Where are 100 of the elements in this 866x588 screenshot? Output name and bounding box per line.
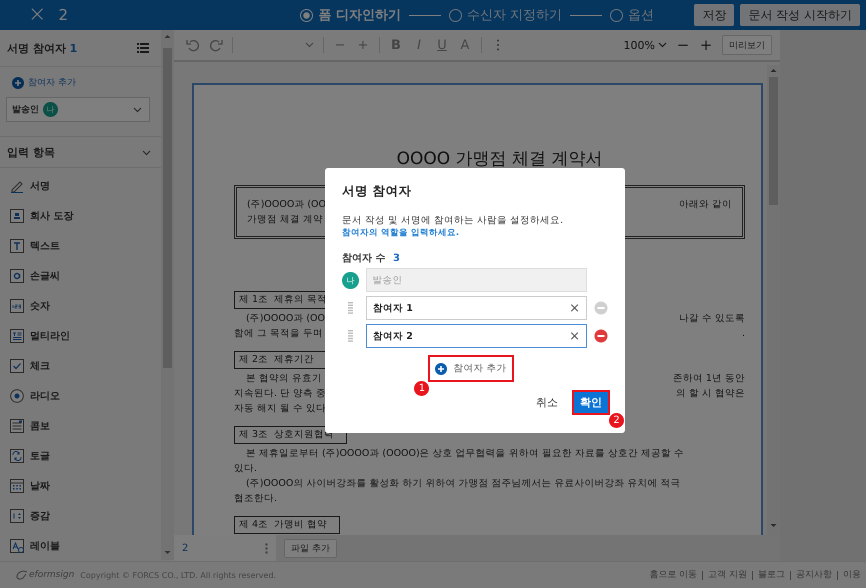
section-title: 입력 항목: [7, 144, 55, 160]
add-participant-link[interactable]: 참여자 추가: [12, 76, 161, 89]
file-tab[interactable]: 2: [174, 535, 276, 561]
participant-name: 발송인: [12, 104, 39, 116]
participant-avatar: 나: [43, 102, 58, 117]
combo-icon: [10, 419, 24, 433]
handwriting-icon: [10, 269, 24, 283]
stepper-icon: [10, 509, 24, 523]
document-text: 협조한다.: [234, 492, 278, 506]
document-text: 존하여 1년 동안: [672, 372, 745, 386]
zoom-in-button[interactable]: +: [699, 36, 713, 54]
multiline-icon: [10, 329, 24, 343]
participant-field[interactable]: 참여자 2 ×: [366, 324, 587, 348]
callout-number: 2: [609, 413, 624, 428]
field-type-item[interactable]: 체크: [0, 351, 161, 381]
radio-icon: [10, 389, 24, 403]
calendar-icon: [10, 479, 24, 493]
field-type-item[interactable]: 서명: [0, 171, 161, 201]
document-text: (주)OOOO의 사이버강좌를 활성화 하기 위하여 가맹점 점주님께서는 유료사이버강좌 유치에 적극: [245, 477, 681, 491]
start-button[interactable]: 문서 작성 시작하기: [740, 4, 860, 26]
participant-dropdown[interactable]: 발송인 나: [6, 97, 150, 122]
field-type-item[interactable]: 손글씨: [0, 261, 161, 291]
document-text: 본 협약의 유효기: [245, 372, 322, 386]
document-text: 지속된다. 단 양측 중: [234, 387, 326, 401]
footer-link[interactable]: 고객 지원: [702, 570, 752, 580]
document-text: 의 할 시 협약은: [676, 387, 745, 401]
close-button[interactable]: ×: [28, 4, 46, 26]
document-title: OOOO 가맹점 체결 계약서: [396, 148, 604, 170]
dialog-description: 문서 작성 및 서명에 참여하는 사람을 설정하세요.: [342, 214, 564, 227]
document-text: (주)OOOO과 (OO: [245, 312, 326, 326]
step-tab[interactable]: 옵션: [610, 6, 654, 24]
document-text: 아래와 같이: [678, 198, 732, 212]
field-type-item[interactable]: 콤보: [0, 411, 161, 441]
more-icon[interactable]: [265, 542, 268, 554]
step-tab[interactable]: 수신자 지정하기: [448, 6, 562, 24]
chevron-down-icon: [142, 148, 151, 156]
cancel-button[interactable]: 취소: [536, 395, 558, 410]
drag-handle-icon[interactable]: [348, 330, 353, 342]
text-icon: [10, 239, 24, 253]
chevron-down-icon: [305, 42, 314, 48]
participant-count-label: 참여자 수 3: [342, 252, 401, 265]
document-text: (주)OOOO과 (OO: [247, 198, 326, 212]
clear-button[interactable]: ×: [569, 330, 580, 342]
document-text: 있다.: [234, 462, 258, 476]
field-type-item[interactable]: 토글: [0, 441, 161, 471]
footer-link[interactable]: 블로그: [752, 570, 790, 580]
document-text: 자동 해지 될 수 있다: [234, 402, 326, 416]
add-participant-button[interactable]: 참여자 추가: [435, 359, 507, 378]
document-text: 가맹점 체결 계약: [247, 213, 324, 227]
plus-circle-icon: [435, 362, 448, 374]
footer-link[interactable]: 이용: [837, 570, 866, 580]
zoom-dropdown[interactable]: 100%: [624, 38, 667, 52]
dialog-hint: 참여자의 역할을 입력하세요.: [342, 227, 460, 240]
stamp-icon: [10, 209, 24, 223]
participant-field[interactable]: 참여자 1 ×: [366, 296, 587, 320]
toggle-icon: [10, 449, 24, 463]
document-text: 함에 그 목적을 두며: [234, 327, 324, 341]
pen-icon: [10, 179, 24, 193]
field-value: 참여자 1: [373, 302, 413, 314]
drag-handle-icon[interactable]: [348, 302, 353, 314]
sidebar-title: 서명 참여자 1: [7, 40, 78, 56]
section-header[interactable]: 입력 항목: [0, 136, 161, 168]
preview-button[interactable]: 미리보기: [722, 35, 772, 55]
label-icon: [10, 539, 24, 553]
step-tab[interactable]: 폼 디자인하기: [300, 6, 401, 24]
add-file-button[interactable]: 파일 추가: [284, 538, 337, 558]
callout-number: 1: [414, 381, 430, 396]
chevron-down-icon: [658, 42, 667, 48]
plus-circle-icon: [12, 76, 24, 88]
document-text: .: [742, 327, 745, 341]
checkbox-icon: [10, 359, 24, 373]
document-count: 2: [58, 6, 68, 24]
field-type-item[interactable]: 레이블: [0, 531, 161, 561]
field-type-item[interactable]: 텍스트: [0, 231, 161, 261]
number-icon: [10, 299, 24, 313]
clear-button[interactable]: ×: [569, 302, 580, 314]
file-tab-label: 2: [182, 542, 188, 554]
field-type-item[interactable]: 증감: [0, 501, 161, 531]
field-type-item[interactable]: 날짜: [0, 471, 161, 501]
field-type-item[interactable]: 회사 도장: [0, 201, 161, 231]
save-button[interactable]: 저장: [694, 4, 734, 26]
field-type-item[interactable]: 라디오: [0, 381, 161, 411]
document-text: 나갈 수 있도록: [678, 312, 745, 326]
list-icon[interactable]: [137, 43, 149, 53]
confirm-button[interactable]: 확인: [574, 392, 608, 413]
format-button[interactable]: ⋮: [491, 38, 505, 52]
article-heading: 제 4조 가맹비 협약: [234, 516, 340, 534]
dialog-title: 서명 참여자: [342, 183, 412, 200]
participant-avatar: 나: [342, 272, 359, 288]
chevron-down-icon: [133, 106, 142, 112]
footer-link[interactable]: 홈으로 이동: [644, 570, 702, 580]
footer-link[interactable]: 공지사항: [790, 570, 837, 580]
logo-text: eformsign: [29, 570, 74, 580]
field-type-item[interactable]: 숫자: [0, 291, 161, 321]
field-type-item[interactable]: 멀티라인: [0, 321, 161, 351]
remove-icon[interactable]: [594, 329, 608, 343]
document-text: 본 제휴일로부터 (주)OOOO과 (OOOO)은 상호 업무협력을 위하여 필요한 자료를 상호간 제공할 수: [245, 447, 684, 461]
logo-mark-icon: [16, 570, 28, 580]
zoom-out-button[interactable]: −: [676, 36, 690, 54]
field-value: 참여자 2: [373, 330, 413, 342]
